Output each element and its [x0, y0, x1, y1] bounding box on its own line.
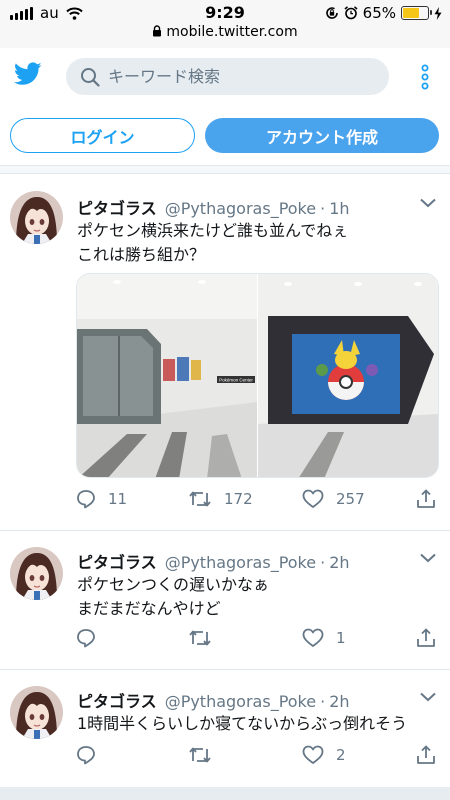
photo-pokemon-display — [258, 274, 438, 477]
share-icon — [417, 628, 435, 647]
tweet-author-handle[interactable]: @Pythagoras_Poke — [165, 553, 316, 572]
media-photo-right[interactable] — [258, 274, 438, 477]
rotation-lock-icon — [325, 7, 338, 19]
search-icon — [81, 67, 100, 87]
chevron-down-icon[interactable] — [420, 692, 436, 702]
like-count: 1 — [336, 629, 346, 647]
tweet-author-name[interactable]: ピタゴラス — [77, 195, 157, 219]
tweet-text-line: ポケセン横浜来たけど誰も並んでねぇ — [77, 221, 349, 240]
tweet-header: ピタゴラス @Pythagoras_Poke · 2h — [77, 549, 350, 573]
retweet-icon — [189, 491, 211, 507]
tweet-timestamp[interactable]: 2h — [329, 553, 349, 572]
status-bar: au 9:29 mobile.twitter.com 65% — [0, 0, 450, 48]
bottom-spacer — [0, 787, 450, 800]
avatar[interactable] — [10, 191, 63, 244]
share-button[interactable] — [416, 628, 436, 648]
tweet-author-name[interactable]: ピタゴラス — [77, 549, 157, 573]
tweet-text-line: これは勝ち組か？ — [77, 245, 206, 264]
charging-icon — [434, 6, 442, 20]
tweet-text-line: まだまだなんやけど — [77, 599, 221, 618]
tweet[interactable]: ピタゴラス @Pythagoras_Poke · 2h ポケセンつくの遅いかなぁ… — [0, 531, 450, 670]
retweet-count: 172 — [224, 490, 253, 508]
reply-icon — [77, 490, 95, 509]
tweet-author-handle[interactable]: @Pythagoras_Poke — [165, 692, 316, 711]
like-count: 257 — [336, 490, 365, 508]
like-icon — [302, 628, 324, 647]
media-sign-text: Pokémon Center — [219, 378, 253, 383]
tweet-actions: 1 — [76, 628, 440, 654]
tweet[interactable]: ピタゴラス @Pythagoras_Poke · 2h 1時間半くらいしか寝てな… — [0, 670, 450, 787]
tweet-timestamp[interactable]: 1h — [329, 199, 349, 218]
like-count: 2 — [336, 746, 346, 764]
tweet-actions: 11 172 257 — [76, 489, 440, 515]
retweet-button[interactable] — [188, 628, 224, 648]
tweet-timestamp[interactable]: 2h — [329, 692, 349, 711]
reply-button[interactable]: 11 — [76, 489, 127, 509]
top-bar — [0, 48, 450, 106]
reply-icon — [77, 746, 95, 765]
signup-button[interactable]: アカウント作成 — [205, 118, 439, 153]
like-button[interactable]: 1 — [302, 628, 346, 648]
avatar[interactable] — [10, 686, 63, 739]
reply-count: 11 — [108, 490, 128, 508]
share-icon — [417, 489, 435, 508]
like-icon — [302, 745, 324, 764]
share-button[interactable] — [416, 489, 436, 509]
tweet-media[interactable]: Pokémon Center — [76, 273, 439, 478]
like-button[interactable]: 257 — [302, 489, 365, 509]
avatar-image — [10, 547, 63, 600]
avatar-image — [10, 191, 63, 244]
status-right: 65% — [325, 4, 442, 22]
tweet-author-name[interactable]: ピタゴラス — [77, 688, 157, 712]
separator-dot: · — [320, 692, 326, 711]
separator-dot: · — [320, 199, 326, 218]
tweet-text: ポケセン横浜来たけど誰も並んでねぇ これは勝ち組か？ — [77, 219, 348, 267]
tweet-text: ポケセンつくの遅いかなぁ まだまだなんやけど — [77, 573, 269, 621]
tweet-header: ピタゴラス @Pythagoras_Poke · 2h — [77, 688, 350, 712]
media-photo-left[interactable]: Pokémon Center — [77, 274, 257, 477]
separator-dot: · — [320, 553, 326, 572]
address-bar[interactable]: mobile.twitter.com — [0, 24, 450, 40]
avatar-image — [10, 686, 63, 739]
retweet-icon — [189, 747, 211, 763]
chevron-down-icon[interactable] — [420, 198, 436, 208]
like-button[interactable]: 2 — [302, 745, 346, 765]
retweet-button[interactable]: 172 — [188, 489, 253, 509]
lock-icon — [153, 25, 162, 37]
auth-bar: ログイン アカウント作成 — [0, 106, 450, 166]
retweet-icon — [189, 630, 211, 646]
chevron-down-icon[interactable] — [420, 553, 436, 563]
reply-button[interactable] — [76, 628, 108, 648]
photo-hallway: Pokémon Center — [77, 274, 257, 477]
more-icon[interactable] — [420, 64, 430, 90]
battery-icon — [401, 6, 432, 20]
search-input[interactable] — [108, 67, 368, 86]
tweet-actions: 2 — [76, 745, 440, 771]
avatar[interactable] — [10, 547, 63, 600]
login-button[interactable]: ログイン — [10, 118, 195, 153]
twitter-logo-icon[interactable] — [14, 62, 42, 86]
share-icon — [417, 745, 435, 764]
tweet-text-line: 1時間半くらいしか寝てないからぶっ倒れそう — [77, 714, 408, 733]
like-icon — [302, 489, 324, 508]
tweet-header: ピタゴラス @Pythagoras_Poke · 1h — [77, 195, 350, 219]
tweet-text-line: ポケセンつくの遅いかなぁ — [77, 575, 270, 594]
battery-percent: 65% — [362, 4, 396, 22]
tweet-text: 1時間半くらいしか寝てないからぶっ倒れそう — [77, 712, 407, 736]
share-button[interactable] — [416, 745, 436, 765]
tweet-author-handle[interactable]: @Pythagoras_Poke — [165, 199, 316, 218]
tweet[interactable]: ピタゴラス @Pythagoras_Poke · 1h ポケセン横浜来たけど誰も… — [0, 175, 450, 531]
url-text: mobile.twitter.com — [166, 24, 298, 40]
alarm-icon — [344, 6, 358, 20]
retweet-button[interactable] — [188, 745, 224, 765]
reply-button[interactable] — [76, 745, 108, 765]
section-divider — [0, 166, 450, 174]
search-bar[interactable] — [66, 58, 389, 95]
reply-icon — [77, 629, 95, 648]
